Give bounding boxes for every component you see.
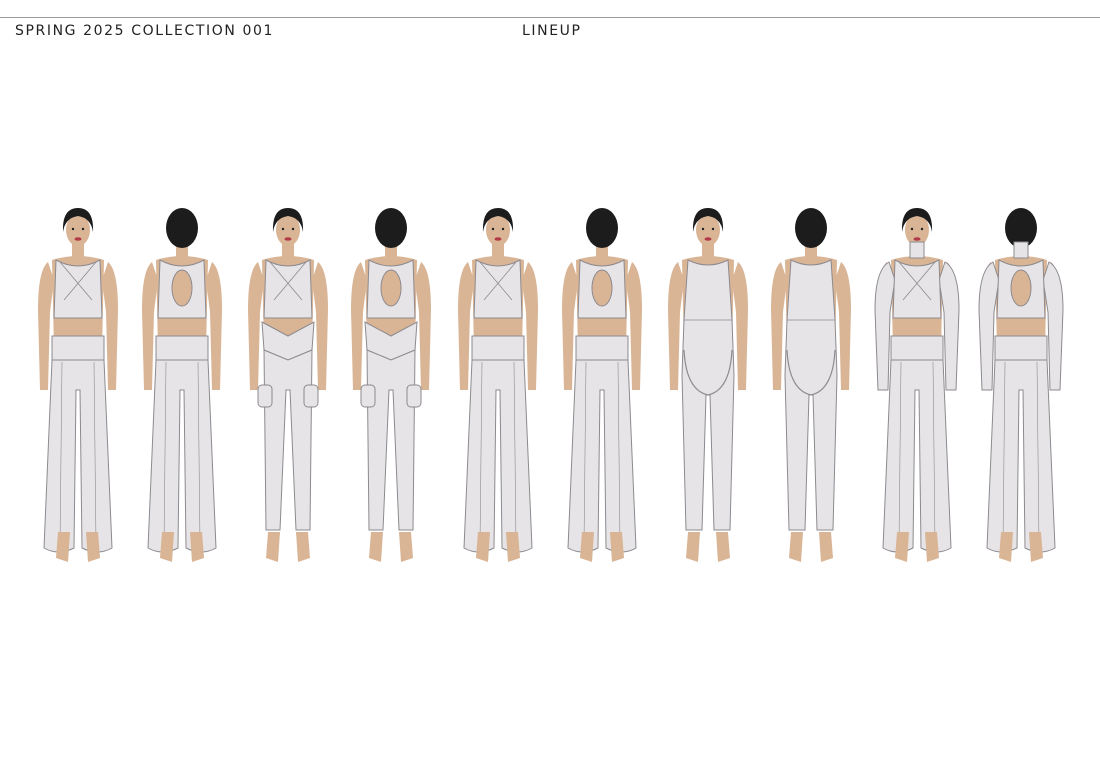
right-arm: [312, 262, 328, 390]
left-foot: [56, 532, 70, 562]
left-foot: [580, 532, 594, 562]
left-foot: [476, 532, 490, 562]
lineup-illustrations: [0, 200, 1100, 580]
wide-trousers: [43, 359, 113, 553]
left-foot: [789, 532, 803, 562]
right-knee-pad: [406, 384, 422, 408]
section-label: LINEUP: [522, 23, 582, 39]
figure-4-back: [351, 208, 431, 562]
lineup-canvas: [38, 208, 1064, 562]
keyhole-cutout: [591, 269, 613, 307]
figure-10-back: [978, 208, 1064, 562]
right-eye: [291, 227, 295, 231]
wide-trousers: [463, 359, 533, 553]
right-eye: [501, 227, 505, 231]
mock-neck: [1013, 241, 1029, 259]
waistband: [155, 335, 209, 363]
left-eye: [71, 227, 75, 231]
wide-trousers: [882, 359, 952, 553]
right-foot: [610, 532, 624, 562]
right-arm: [415, 262, 431, 390]
left-eye: [281, 227, 285, 231]
waistband: [890, 335, 944, 363]
left-foot: [160, 532, 174, 562]
hair-back: [586, 208, 618, 248]
right-arm: [732, 262, 748, 390]
right-foot: [399, 532, 413, 562]
figure-7-front: [668, 208, 748, 562]
left-arm: [668, 262, 684, 390]
lips: [494, 237, 502, 241]
left-eye: [491, 227, 495, 231]
lips: [74, 237, 82, 241]
wide-trousers: [147, 359, 217, 553]
figure-9-front: [874, 208, 960, 562]
left-foot: [686, 532, 700, 562]
leggings: [366, 349, 416, 531]
hair-back: [166, 208, 198, 248]
lips: [704, 237, 712, 241]
left-arm: [771, 262, 787, 390]
collection-title: SPRING 2025 COLLECTION 001: [15, 23, 274, 39]
right-eye: [711, 227, 715, 231]
right-foot: [190, 532, 204, 562]
left-arm: [351, 262, 367, 390]
right-arm: [835, 262, 851, 390]
left-foot: [369, 532, 383, 562]
wide-trousers: [986, 359, 1056, 553]
right-foot: [86, 532, 100, 562]
left-knee-pad: [360, 384, 376, 408]
waistband: [575, 335, 629, 363]
waistband: [51, 335, 105, 363]
header-rule: [0, 17, 1100, 18]
lips: [913, 237, 921, 241]
right-eye: [81, 227, 85, 231]
wide-trousers: [567, 359, 637, 553]
left-arm: [248, 262, 264, 390]
keyhole-cutout: [171, 269, 193, 307]
lips: [284, 237, 292, 241]
right-foot: [716, 532, 730, 562]
figure-2-back: [142, 208, 222, 562]
figure-1-front: [38, 208, 118, 562]
hair-back: [375, 208, 407, 248]
waistband: [994, 335, 1048, 363]
right-knee-pad: [303, 384, 319, 408]
left-knee-pad: [257, 384, 273, 408]
crop-top: [53, 259, 103, 319]
left-foot: [999, 532, 1013, 562]
waistband: [471, 335, 525, 363]
figure-5-front: [458, 208, 538, 562]
right-foot: [819, 532, 833, 562]
hair-back: [795, 208, 827, 248]
left-eye: [910, 227, 914, 231]
right-eye: [920, 227, 924, 231]
keyhole-cutout: [1010, 269, 1032, 307]
mock-neck: [909, 241, 925, 259]
left-foot: [266, 532, 280, 562]
keyhole-cutout: [380, 269, 402, 307]
leggings: [263, 349, 313, 531]
right-foot: [1029, 532, 1043, 562]
crop-top: [892, 259, 942, 319]
right-foot: [506, 532, 520, 562]
crop-top: [473, 259, 523, 319]
figure-8-back: [771, 208, 851, 562]
right-foot: [925, 532, 939, 562]
left-eye: [701, 227, 705, 231]
crop-top: [263, 259, 313, 319]
figure-6-back: [562, 208, 642, 562]
figure-3-front: [248, 208, 328, 562]
right-foot: [296, 532, 310, 562]
left-foot: [895, 532, 909, 562]
